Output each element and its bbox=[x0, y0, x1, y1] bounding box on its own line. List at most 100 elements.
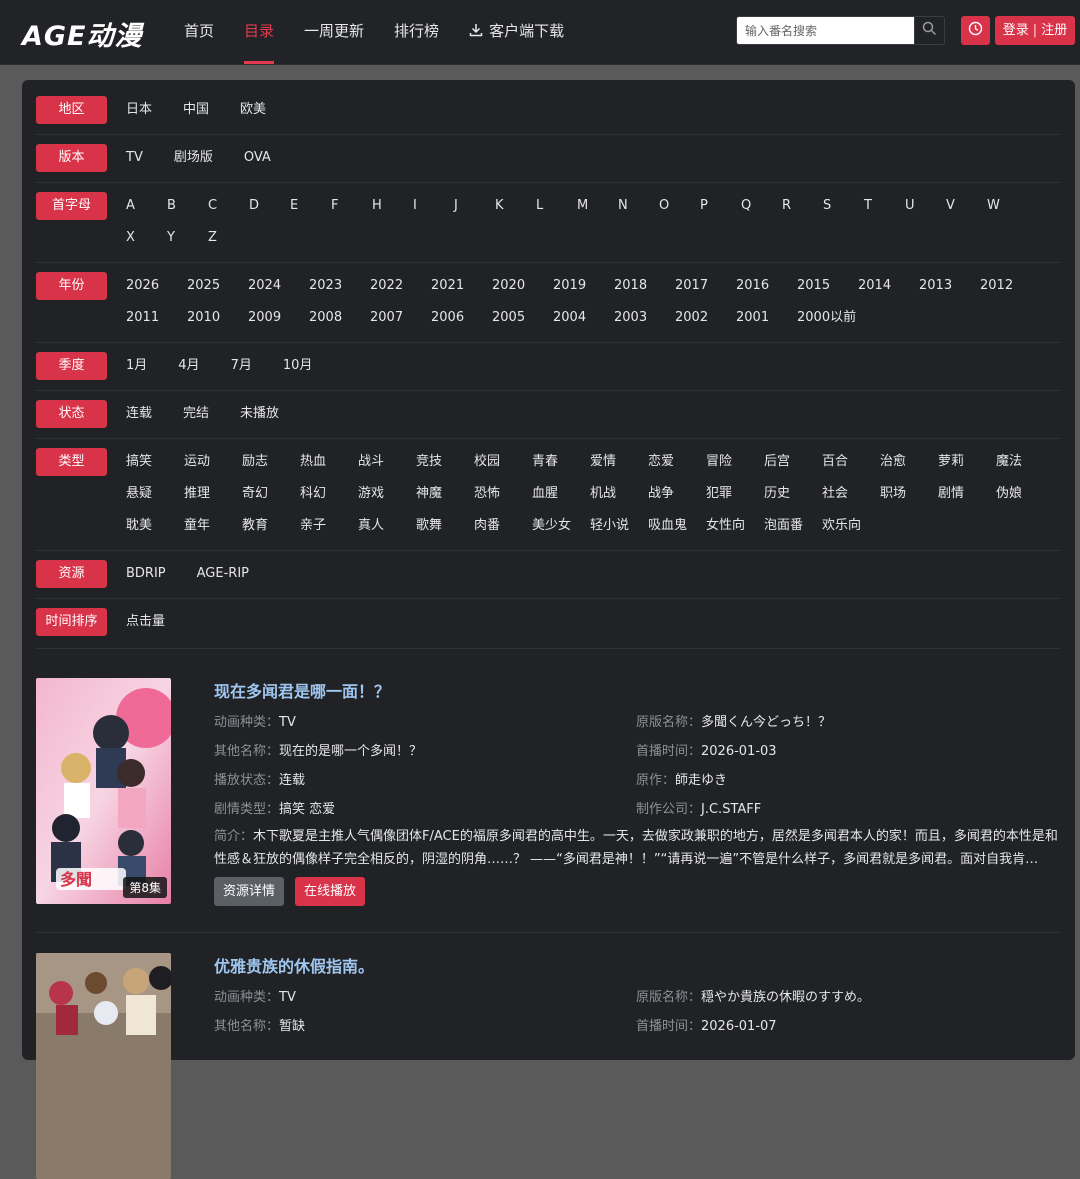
filter-option[interactable]: N bbox=[618, 192, 659, 224]
filter-option[interactable]: I bbox=[413, 192, 454, 224]
filter-option[interactable]: R bbox=[782, 192, 823, 224]
filter-option[interactable]: W bbox=[987, 192, 1028, 224]
filter-option[interactable]: 治愈 bbox=[880, 448, 938, 480]
filter-option[interactable]: A bbox=[126, 192, 167, 224]
filter-option[interactable]: 歌舞 bbox=[416, 512, 474, 544]
filter-option[interactable]: J bbox=[454, 192, 495, 224]
filter-option[interactable]: 欧美 bbox=[240, 96, 266, 128]
filter-option[interactable]: TV bbox=[126, 144, 143, 176]
filter-option[interactable]: 2020 bbox=[492, 272, 553, 304]
filter-option[interactable]: P bbox=[700, 192, 741, 224]
filter-option[interactable]: 4月 bbox=[178, 352, 199, 384]
filter-option[interactable]: 吸血鬼 bbox=[648, 512, 706, 544]
filter-option[interactable]: 悬疑 bbox=[126, 480, 184, 512]
filter-option[interactable]: 女性向 bbox=[706, 512, 764, 544]
filter-option[interactable]: E bbox=[290, 192, 331, 224]
nav-client-download[interactable]: 客户端下载 bbox=[469, 0, 564, 64]
filter-option[interactable]: 热血 bbox=[300, 448, 358, 480]
filter-option[interactable]: X bbox=[126, 224, 167, 256]
filter-option[interactable]: 耽美 bbox=[126, 512, 184, 544]
filter-option[interactable]: D bbox=[249, 192, 290, 224]
filter-option[interactable]: 社会 bbox=[822, 480, 880, 512]
filter-option[interactable]: 2021 bbox=[431, 272, 492, 304]
filter-option[interactable]: F bbox=[331, 192, 372, 224]
anime-title[interactable]: 优雅贵族的休假指南。 bbox=[214, 953, 374, 977]
history-button[interactable] bbox=[961, 16, 990, 45]
search-input[interactable] bbox=[737, 17, 915, 44]
filter-option[interactable]: 2025 bbox=[187, 272, 248, 304]
filter-option[interactable]: 爱情 bbox=[590, 448, 648, 480]
filter-option[interactable]: 2008 bbox=[309, 304, 370, 336]
filter-option[interactable]: Y bbox=[167, 224, 208, 256]
filter-option[interactable]: 2019 bbox=[553, 272, 614, 304]
filter-option[interactable]: 2026 bbox=[126, 272, 187, 304]
filter-option[interactable]: 教育 bbox=[242, 512, 300, 544]
filter-option[interactable]: 犯罪 bbox=[706, 480, 764, 512]
filter-option[interactable]: K bbox=[495, 192, 536, 224]
filter-option[interactable]: 2006 bbox=[431, 304, 492, 336]
filter-option[interactable]: 连载 bbox=[126, 400, 152, 432]
filter-option[interactable]: 百合 bbox=[822, 448, 880, 480]
filter-option[interactable]: 1月 bbox=[126, 352, 147, 384]
filter-option[interactable]: 2024 bbox=[248, 272, 309, 304]
filter-option[interactable]: 2022 bbox=[370, 272, 431, 304]
filter-option[interactable]: 后宫 bbox=[764, 448, 822, 480]
filter-option[interactable]: 童年 bbox=[184, 512, 242, 544]
filter-option[interactable]: 日本 bbox=[126, 96, 152, 128]
filter-option[interactable]: 伪娘 bbox=[996, 480, 1054, 512]
anime-cover[interactable] bbox=[36, 953, 171, 1179]
nav-weekly[interactable]: 一周更新 bbox=[304, 0, 364, 64]
filter-option[interactable]: 泡面番 bbox=[764, 512, 822, 544]
nav-ranking[interactable]: 排行榜 bbox=[394, 0, 439, 64]
filter-option[interactable]: 魔法 bbox=[996, 448, 1054, 480]
nav-catalog[interactable]: 目录 bbox=[244, 0, 275, 64]
filter-option[interactable]: 点击量 bbox=[126, 608, 165, 640]
filter-option[interactable]: 7月 bbox=[231, 352, 252, 384]
filter-option[interactable]: 血腥 bbox=[532, 480, 590, 512]
filter-option[interactable]: C bbox=[208, 192, 249, 224]
filter-option[interactable]: O bbox=[659, 192, 700, 224]
nav-home[interactable]: 首页 bbox=[184, 0, 214, 64]
filter-option[interactable]: 2023 bbox=[309, 272, 370, 304]
filter-option[interactable]: 剧场版 bbox=[174, 144, 213, 176]
filter-option[interactable]: 2015 bbox=[797, 272, 858, 304]
resource-detail-button[interactable]: 资源详情 bbox=[214, 877, 285, 906]
anime-cover[interactable]: 多聞 第8集 bbox=[36, 678, 171, 904]
filter-option[interactable]: 2001 bbox=[736, 304, 797, 336]
filter-option[interactable]: 欢乐向 bbox=[822, 512, 880, 544]
filter-option[interactable]: 萝莉 bbox=[938, 448, 996, 480]
filter-option[interactable]: H bbox=[372, 192, 413, 224]
filter-option[interactable]: 2013 bbox=[919, 272, 980, 304]
filter-option[interactable]: 竞技 bbox=[416, 448, 474, 480]
filter-option[interactable]: 亲子 bbox=[300, 512, 358, 544]
filter-option[interactable]: 肉番 bbox=[474, 512, 532, 544]
filter-option[interactable]: 神魔 bbox=[416, 480, 474, 512]
filter-option[interactable]: 搞笑 bbox=[126, 448, 184, 480]
filter-option[interactable]: 恐怖 bbox=[474, 480, 532, 512]
filter-option[interactable]: S bbox=[823, 192, 864, 224]
filter-option[interactable]: M bbox=[577, 192, 618, 224]
filter-option[interactable]: U bbox=[905, 192, 946, 224]
filter-option[interactable]: 青春 bbox=[532, 448, 590, 480]
filter-option[interactable]: 剧情 bbox=[938, 480, 996, 512]
filter-option[interactable]: T bbox=[864, 192, 905, 224]
filter-option[interactable]: 奇幻 bbox=[242, 480, 300, 512]
filter-option[interactable]: 校园 bbox=[474, 448, 532, 480]
filter-option[interactable]: B bbox=[167, 192, 208, 224]
filter-option[interactable]: AGE-RIP bbox=[197, 560, 249, 592]
filter-option[interactable]: 2003 bbox=[614, 304, 675, 336]
filter-option[interactable]: 历史 bbox=[764, 480, 822, 512]
filter-option[interactable]: 2017 bbox=[675, 272, 736, 304]
filter-option[interactable]: 中国 bbox=[183, 96, 209, 128]
register-link[interactable]: 注册 bbox=[1041, 23, 1067, 38]
filter-option[interactable]: 2018 bbox=[614, 272, 675, 304]
filter-option[interactable]: 完结 bbox=[183, 400, 209, 432]
filter-option[interactable]: 10月 bbox=[283, 352, 313, 384]
filter-option[interactable]: OVA bbox=[244, 144, 271, 176]
filter-option[interactable]: 科幻 bbox=[300, 480, 358, 512]
filter-option[interactable]: 轻小说 bbox=[590, 512, 648, 544]
filter-option[interactable]: 战争 bbox=[648, 480, 706, 512]
anime-title[interactable]: 现在多闻君是哪一面！？ bbox=[214, 678, 390, 702]
login-register-button[interactable]: 登录 | 注册 bbox=[995, 16, 1075, 45]
play-online-button[interactable]: 在线播放 bbox=[295, 877, 366, 906]
